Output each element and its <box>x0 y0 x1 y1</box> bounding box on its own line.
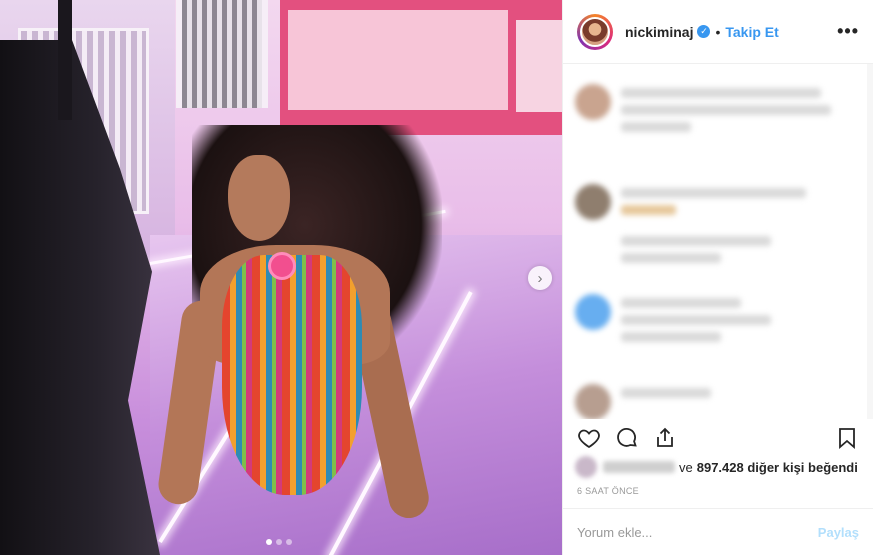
post-side-panel: nickiminaj ✓ • Takip Et ••• ve 897.428 d… <box>562 0 873 555</box>
comment-item <box>575 84 831 132</box>
add-comment-bar: Paylaş <box>563 508 873 555</box>
avatar[interactable] <box>577 13 613 50</box>
comment-avatar <box>575 294 611 330</box>
header-separator: • <box>715 23 721 40</box>
bookmark-icon[interactable] <box>835 426 859 450</box>
chevron-right-icon: › <box>537 269 543 287</box>
post-actions <box>577 422 859 454</box>
avatar-image <box>580 16 610 47</box>
comment-icon[interactable] <box>615 426 639 450</box>
liker-avatar <box>575 456 597 478</box>
liker-info[interactable] <box>575 456 675 478</box>
likes-summary: ve 897.428 diğer kişi beğendi <box>575 456 858 478</box>
comment-avatar <box>575 184 611 220</box>
liker-name <box>603 461 675 473</box>
carousel-dot <box>276 539 282 545</box>
post-timestamp[interactable]: 6 SAAT ÖNCE <box>577 486 639 496</box>
username-link[interactable]: nickiminaj <box>625 24 693 40</box>
heart-icon[interactable] <box>577 426 601 450</box>
instagram-post-modal: › nickiminaj ✓ • Takip Et ••• ve 897.428… <box>0 0 873 555</box>
more-options-button[interactable]: ••• <box>837 21 859 42</box>
photo-camera-pole <box>58 0 72 120</box>
comment-avatar <box>575 84 611 120</box>
comment-item <box>575 294 771 342</box>
photo-pink-box <box>288 10 508 110</box>
carousel-indicator <box>266 539 292 545</box>
photo-subject-dress <box>222 255 362 495</box>
carousel-dot <box>286 539 292 545</box>
follow-button[interactable]: Takip Et <box>725 24 778 40</box>
post-header: nickiminaj ✓ • Takip Et ••• <box>563 0 873 64</box>
comment-item <box>575 184 806 263</box>
comments-list[interactable] <box>563 64 873 419</box>
share-icon[interactable] <box>653 426 677 450</box>
photo-window <box>176 0 268 108</box>
comment-item <box>575 384 711 419</box>
likes-count-link[interactable]: 897.428 diğer kişi beğendi <box>697 460 858 475</box>
comments-scrollbar[interactable] <box>867 64 873 419</box>
post-photo[interactable]: › <box>0 0 562 555</box>
verified-badge-icon: ✓ <box>697 25 711 38</box>
post-comment-button[interactable]: Paylaş <box>818 525 859 540</box>
comment-input[interactable] <box>577 524 818 540</box>
comment-avatar <box>575 384 611 419</box>
likes-prefix: ve <box>679 459 693 475</box>
photo-flower-necklace <box>268 252 296 280</box>
carousel-next-button[interactable]: › <box>528 266 552 290</box>
carousel-dot <box>266 539 272 545</box>
photo-pink-box-2 <box>516 20 562 112</box>
photo-subject-face <box>228 155 290 241</box>
